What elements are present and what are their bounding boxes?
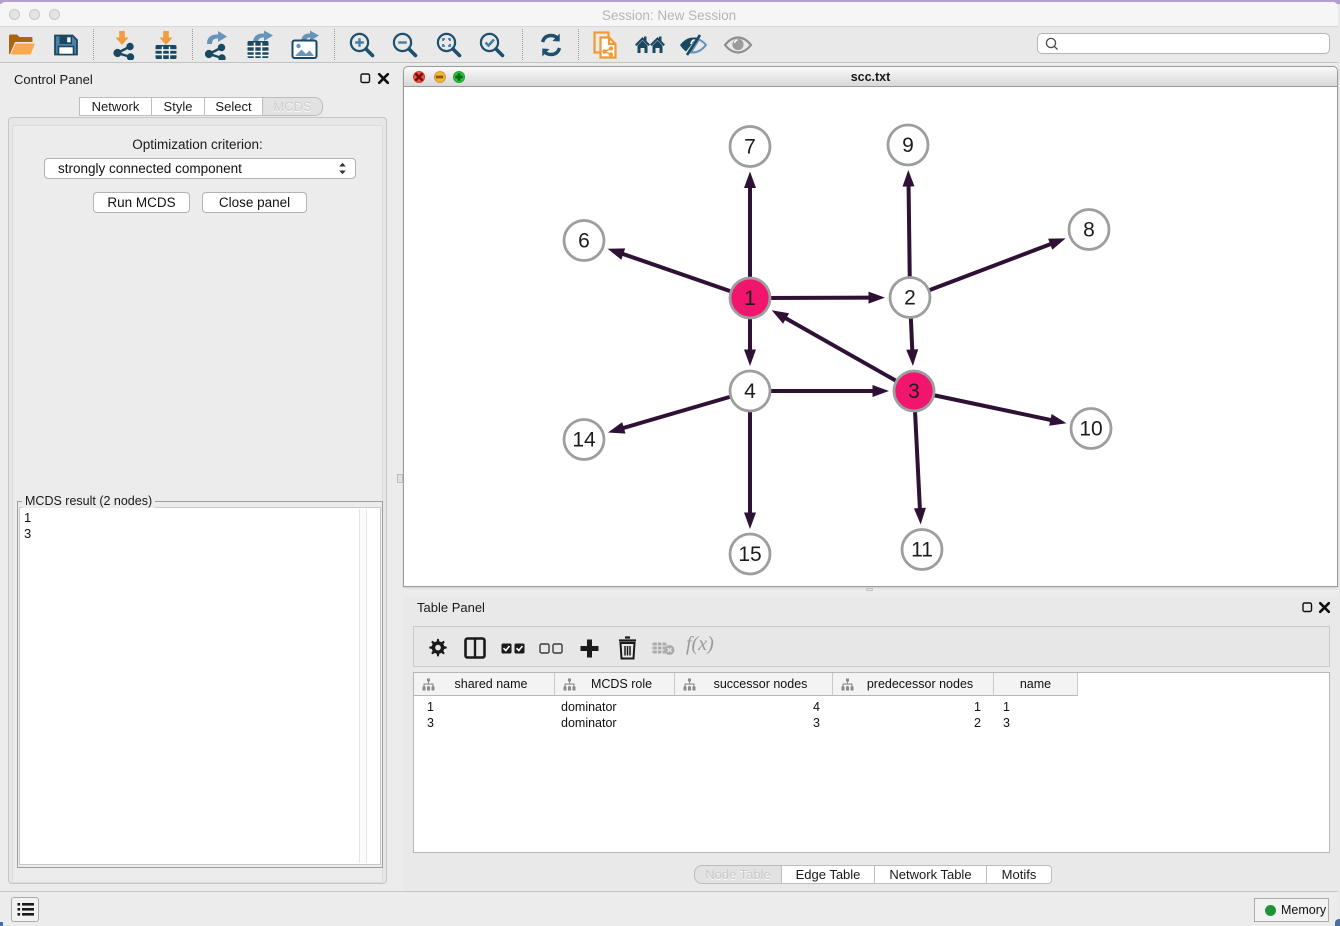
svg-text:8: 8: [1083, 219, 1095, 242]
svg-text:7: 7: [744, 136, 756, 159]
svg-text:3: 3: [908, 380, 920, 403]
svg-text:9: 9: [902, 134, 914, 157]
svg-text:2: 2: [904, 287, 916, 310]
svg-text:6: 6: [578, 230, 590, 253]
svg-text:14: 14: [572, 429, 596, 452]
svg-text:15: 15: [738, 543, 761, 566]
svg-text:10: 10: [1079, 418, 1102, 441]
svg-text:11: 11: [911, 539, 933, 562]
svg-text:4: 4: [744, 380, 756, 403]
svg-text:1: 1: [744, 287, 756, 310]
